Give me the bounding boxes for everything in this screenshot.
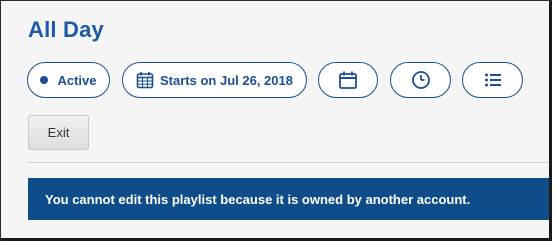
start-date-label: Starts on Jul 26, 2018 (160, 72, 293, 88)
time-button[interactable] (390, 62, 451, 98)
status-pill-button[interactable]: Active (27, 62, 110, 98)
calendar-button[interactable] (318, 62, 378, 98)
dot-icon (40, 76, 49, 84)
exit-button[interactable]: Exit (28, 115, 89, 150)
alert-message: You cannot edit this playlist because it… (45, 191, 471, 207)
calendar-icon (338, 70, 358, 90)
playlist-panel: All Day Active Starts on Jul 26, 2018 Ex… (0, 0, 552, 241)
list-icon (483, 70, 503, 90)
status-label: Active (57, 72, 97, 88)
clock-icon (411, 70, 431, 90)
page-title: All Day (28, 17, 104, 42)
list-view-button[interactable] (462, 62, 523, 98)
start-date-button[interactable]: Starts on Jul 26, 2018 (122, 62, 307, 98)
calendar-grid-icon (136, 71, 154, 89)
divider (28, 162, 549, 163)
ownership-alert: You cannot edit this playlist because it… (28, 178, 549, 220)
